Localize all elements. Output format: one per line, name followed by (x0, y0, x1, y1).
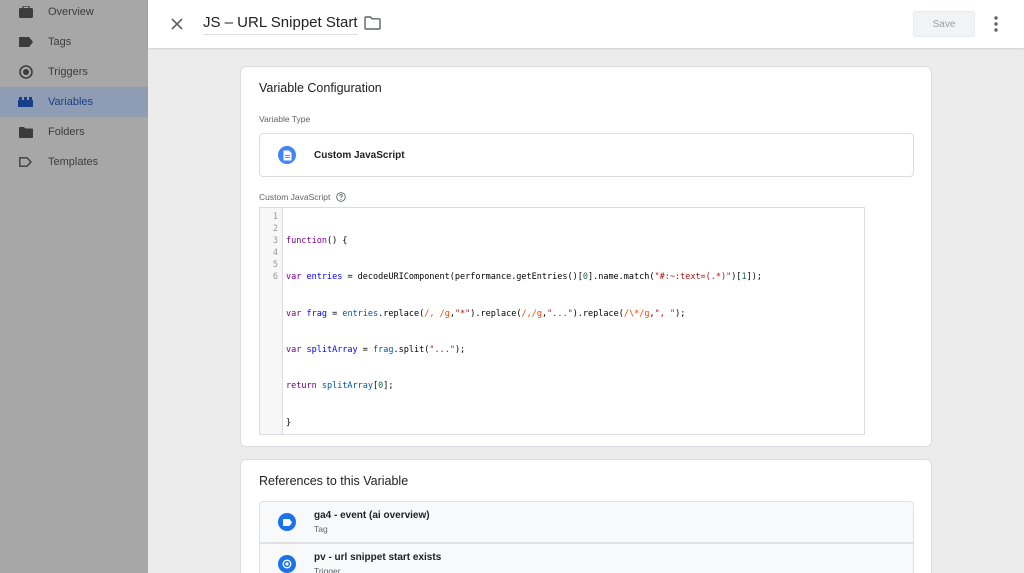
variable-name-title[interactable]: JS – URL Snippet Start (203, 14, 358, 35)
references-card: References to this Variable ga4 - event … (240, 459, 932, 573)
tag-icon (278, 513, 296, 531)
panel-header: JS – URL Snippet Start Save (148, 0, 1024, 48)
sidebar-item-tags[interactable]: Tags (0, 27, 148, 57)
sidebar-item-label: Templates (48, 156, 99, 168)
line-number: 4 (272, 248, 278, 259)
save-button[interactable]: Save (913, 11, 975, 37)
template-icon (18, 155, 33, 170)
document-icon (278, 146, 296, 164)
card-title: References to this Variable (259, 474, 409, 488)
variable-type-name: Custom JavaScript (314, 149, 405, 161)
sidebar-item-label: Variables (48, 96, 94, 108)
more-vert-icon[interactable] (991, 14, 1001, 34)
variable-editor-panel: JS – URL Snippet Start Save Variable Con… (148, 0, 1024, 573)
code-editor[interactable]: 1 2 3 4 5 6 function() { var entries = d… (259, 207, 865, 435)
variables-icon (18, 95, 33, 110)
line-number-gutter: 1 2 3 4 5 6 (260, 208, 283, 434)
sidebar-item-label: Triggers (48, 66, 88, 78)
code-line: return splitArray[0]; (286, 381, 394, 392)
trigger-icon (18, 65, 33, 80)
help-icon[interactable] (336, 192, 347, 202)
reference-name: ga4 - event (ai overview) (314, 510, 430, 521)
card-title: Variable Configuration (259, 81, 382, 95)
line-number: 3 (272, 236, 278, 247)
code-content[interactable]: function() { var entries = decodeURIComp… (286, 211, 762, 453)
trigger-icon (278, 555, 296, 573)
sidebar: Overview Tags Triggers Variables Folders… (0, 0, 148, 573)
reference-item[interactable]: pv - url snippet start exists Trigger (259, 543, 914, 573)
variable-type-selector[interactable]: Custom JavaScript (259, 133, 914, 177)
code-line: var frag = entries.replace(/, /g,"*").re… (286, 308, 686, 319)
sidebar-item-label: Tags (48, 36, 72, 48)
custom-javascript-label: Custom JavaScript (259, 192, 347, 202)
reference-item[interactable]: ga4 - event (ai overview) Tag (259, 501, 914, 543)
code-line: var splitArray = frag.split("..."); (286, 345, 466, 356)
line-number: 1 (272, 212, 278, 222)
variable-type-label: Variable Type (259, 114, 311, 124)
close-icon[interactable] (168, 15, 186, 33)
line-number: 2 (272, 224, 278, 235)
sidebar-item-templates[interactable]: Templates (0, 147, 148, 177)
sidebar-item-folders[interactable]: Folders (0, 117, 148, 147)
reference-name: pv - url snippet start exists (314, 552, 442, 563)
line-number: 5 (272, 260, 278, 271)
sidebar-item-triggers[interactable]: Triggers (0, 57, 148, 87)
sidebar-item-overview[interactable]: Overview (0, 0, 148, 27)
tag-icon (18, 35, 33, 50)
custom-javascript-label-text: Custom JavaScript (259, 192, 331, 202)
reference-type: Trigger (314, 566, 341, 573)
variable-configuration-card: Variable Configuration Variable Type Cus… (240, 66, 932, 447)
folder-icon (18, 125, 33, 140)
code-line: var entries = decodeURIComponent(perform… (286, 272, 762, 283)
folder-icon[interactable] (364, 16, 382, 32)
sidebar-item-label: Folders (48, 126, 85, 138)
line-number: 6 (272, 272, 278, 283)
code-line: } (286, 417, 292, 428)
sidebar-item-variables[interactable]: Variables (0, 87, 148, 117)
briefcase-icon (18, 5, 33, 20)
reference-type: Tag (314, 524, 328, 534)
sidebar-item-label: Overview (48, 6, 94, 18)
code-line: function() { (286, 236, 348, 247)
